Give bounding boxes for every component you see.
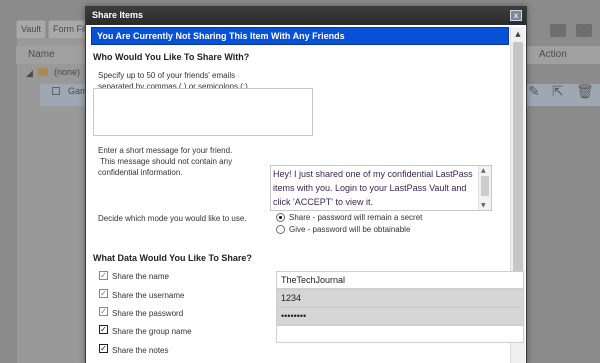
folder-icon <box>38 68 48 76</box>
share-group-name-checkbox[interactable]: ✓ <box>99 325 108 334</box>
email-instruction-line1: Specify up to 50 of your friends' emails <box>98 71 236 80</box>
item-checkbox[interactable] <box>52 87 60 95</box>
close-icon: x <box>513 11 519 20</box>
scroll-up-icon[interactable]: ▲ <box>513 29 523 39</box>
mode-instruction: Decide which mode you would like to use. <box>98 214 247 223</box>
column-header-name[interactable]: Name <box>16 46 86 64</box>
close-button[interactable]: x <box>510 10 522 21</box>
edit-icon[interactable]: ✎ <box>528 84 540 100</box>
give-mode-label[interactable]: Give - password will be obtainable <box>289 224 410 235</box>
share-mode-label[interactable]: Share - password will remain a secret <box>289 212 422 223</box>
message-field[interactable]: Hey! I just shared one of my confidentia… <box>270 165 492 211</box>
tree-expand-icon[interactable]: ◢ <box>26 68 33 79</box>
share-password-checkbox[interactable]: ✓ <box>99 307 108 316</box>
share-notes-checkbox[interactable]: ✓ <box>99 344 108 353</box>
dialog-title: Share Items <box>92 10 144 20</box>
message-scroll-up-icon[interactable]: ▲ <box>481 167 486 174</box>
password-value-field: •••••••• <box>276 307 524 325</box>
username-value-field: 1234 <box>276 289 524 307</box>
name-value-field: TheTechJournal <box>276 271 524 289</box>
scroll-thumb[interactable] <box>513 42 523 287</box>
share-username-label[interactable]: Share the username <box>112 290 185 301</box>
give-mode-radio[interactable] <box>276 225 285 234</box>
column-header-action[interactable]: Action <box>527 46 600 64</box>
message-instruction-line1: Enter a short message for your friend. <box>98 146 233 155</box>
message-scroll-down-icon[interactable]: ▼ <box>481 202 486 209</box>
share-group-name-label[interactable]: Share the group name <box>112 326 192 337</box>
message-scrollbar[interactable]: ▲ ▼ <box>478 166 491 210</box>
share-password-label[interactable]: Share the password <box>112 308 183 319</box>
share-mode-radio[interactable] <box>276 213 285 222</box>
message-instruction-line3: confidential information. <box>98 168 183 177</box>
email-recipients-field[interactable] <box>93 88 313 136</box>
share-with-heading: Who Would You Like To Share With? <box>93 52 250 62</box>
folder-add-icon[interactable] <box>550 24 566 37</box>
share-data-heading: What Data Would You Like To Share? <box>93 253 252 263</box>
message-text[interactable]: Hey! I just shared one of my confidentia… <box>273 167 477 209</box>
sharing-status-banner: You Are Currently Not Sharing This Item … <box>91 27 509 45</box>
group-name-value-field <box>276 325 524 343</box>
message-instruction-line2: This message should not contain any <box>100 157 233 166</box>
share-username-checkbox[interactable]: ✓ <box>99 289 108 298</box>
group-name: (none) <box>54 67 81 77</box>
share-icon[interactable]: ⇱ <box>552 84 564 100</box>
delete-icon[interactable]: 🗑 <box>576 84 594 100</box>
sharing-status-text: You Are Currently Not Sharing This Item … <box>97 31 345 41</box>
dialog-titlebar[interactable]: Share Items x <box>86 7 526 25</box>
message-scroll-thumb[interactable] <box>481 176 489 196</box>
share-notes-label[interactable]: Share the notes <box>112 345 168 356</box>
share-items-dialog: Share Items x You Are Currently Not Shar… <box>85 6 527 363</box>
share-name-checkbox[interactable]: ✓ <box>99 271 108 280</box>
tab-vault[interactable]: Vault <box>16 20 46 38</box>
share-name-label[interactable]: Share the name <box>112 271 169 282</box>
folder-remove-icon[interactable] <box>576 24 592 37</box>
